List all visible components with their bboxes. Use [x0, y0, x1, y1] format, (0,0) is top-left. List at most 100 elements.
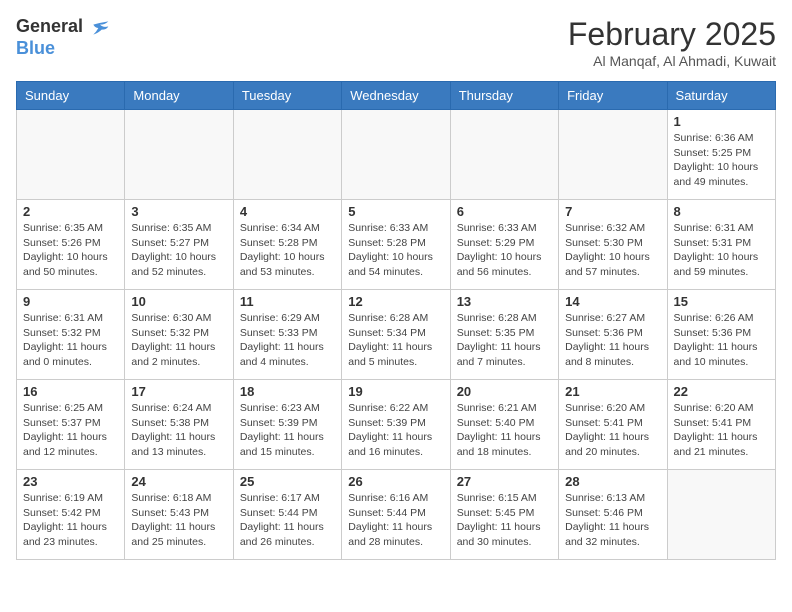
day-info: Sunrise: 6:35 AMSunset: 5:27 PMDaylight:…	[131, 221, 226, 280]
day-number: 22	[674, 384, 769, 399]
day-info: Sunrise: 6:24 AMSunset: 5:38 PMDaylight:…	[131, 401, 226, 460]
month-year-title: February 2025	[568, 16, 776, 53]
table-row: 3 Sunrise: 6:35 AMSunset: 5:27 PMDaylight…	[125, 200, 233, 290]
logo-bird-icon	[90, 18, 110, 38]
day-number: 24	[131, 474, 226, 489]
title-section: February 2025 Al Manqaf, Al Ahmadi, Kuwa…	[568, 16, 776, 69]
day-number: 26	[348, 474, 443, 489]
table-row: 4 Sunrise: 6:34 AMSunset: 5:28 PMDaylight…	[233, 200, 341, 290]
day-info: Sunrise: 6:15 AMSunset: 5:45 PMDaylight:…	[457, 491, 552, 550]
logo: General Blue	[16, 16, 110, 59]
table-row: 14 Sunrise: 6:27 AMSunset: 5:36 PMDayligh…	[559, 290, 667, 380]
day-info: Sunrise: 6:31 AMSunset: 5:32 PMDaylight:…	[23, 311, 118, 370]
day-number: 3	[131, 204, 226, 219]
day-number: 12	[348, 294, 443, 309]
table-row: 25 Sunrise: 6:17 AMSunset: 5:44 PMDayligh…	[233, 470, 341, 560]
day-number: 21	[565, 384, 660, 399]
day-number: 4	[240, 204, 335, 219]
table-row	[450, 110, 558, 200]
day-number: 5	[348, 204, 443, 219]
day-info: Sunrise: 6:33 AMSunset: 5:29 PMDaylight:…	[457, 221, 552, 280]
table-row: 11 Sunrise: 6:29 AMSunset: 5:33 PMDayligh…	[233, 290, 341, 380]
day-number: 15	[674, 294, 769, 309]
day-info: Sunrise: 6:34 AMSunset: 5:28 PMDaylight:…	[240, 221, 335, 280]
day-info: Sunrise: 6:36 AMSunset: 5:25 PMDaylight:…	[674, 131, 769, 190]
day-number: 20	[457, 384, 552, 399]
calendar-week-row: 23Sunrise: 6:19 AMSunset: 5:42 PMDayligh…	[17, 470, 776, 560]
day-info: Sunrise: 6:28 AMSunset: 5:34 PMDaylight:…	[348, 311, 443, 370]
col-monday: Monday	[125, 82, 233, 110]
table-row	[125, 110, 233, 200]
day-info: Sunrise: 6:16 AMSunset: 5:44 PMDaylight:…	[348, 491, 443, 550]
page-header: General Blue February 2025 Al Manqaf, Al…	[16, 16, 776, 69]
day-info: Sunrise: 6:35 AMSunset: 5:26 PMDaylight:…	[23, 221, 118, 280]
table-row: 1 Sunrise: 6:36 AMSunset: 5:25 PMDaylight…	[667, 110, 775, 200]
table-row: 9 Sunrise: 6:31 AMSunset: 5:32 PMDaylight…	[17, 290, 125, 380]
calendar-week-row: 1 Sunrise: 6:36 AMSunset: 5:25 PMDaylight…	[17, 110, 776, 200]
day-info: Sunrise: 6:27 AMSunset: 5:36 PMDaylight:…	[565, 311, 660, 370]
day-info: Sunrise: 6:23 AMSunset: 5:39 PMDaylight:…	[240, 401, 335, 460]
day-info: Sunrise: 6:20 AMSunset: 5:41 PMDaylight:…	[674, 401, 769, 460]
day-info: Sunrise: 6:19 AMSunset: 5:42 PMDaylight:…	[23, 491, 118, 550]
table-row	[17, 110, 125, 200]
day-number: 16	[23, 384, 118, 399]
calendar-header-row: Sunday Monday Tuesday Wednesday Thursday…	[17, 82, 776, 110]
day-number: 9	[23, 294, 118, 309]
table-row: 6 Sunrise: 6:33 AMSunset: 5:29 PMDaylight…	[450, 200, 558, 290]
table-row: 22 Sunrise: 6:20 AMSunset: 5:41 PMDayligh…	[667, 380, 775, 470]
table-row	[667, 470, 775, 560]
day-info: Sunrise: 6:22 AMSunset: 5:39 PMDaylight:…	[348, 401, 443, 460]
table-row: 16 Sunrise: 6:25 AMSunset: 5:37 PMDayligh…	[17, 380, 125, 470]
table-row: 2 Sunrise: 6:35 AMSunset: 5:26 PMDaylight…	[17, 200, 125, 290]
table-row: 13Sunrise: 6:28 AMSunset: 5:35 PMDayligh…	[450, 290, 558, 380]
day-info: Sunrise: 6:21 AMSunset: 5:40 PMDaylight:…	[457, 401, 552, 460]
logo-text: General Blue	[16, 16, 110, 59]
day-info: Sunrise: 6:33 AMSunset: 5:28 PMDaylight:…	[348, 221, 443, 280]
day-info: Sunrise: 6:25 AMSunset: 5:37 PMDaylight:…	[23, 401, 118, 460]
col-friday: Friday	[559, 82, 667, 110]
calendar-week-row: 9 Sunrise: 6:31 AMSunset: 5:32 PMDaylight…	[17, 290, 776, 380]
day-info: Sunrise: 6:17 AMSunset: 5:44 PMDaylight:…	[240, 491, 335, 550]
table-row	[233, 110, 341, 200]
day-number: 25	[240, 474, 335, 489]
day-number: 11	[240, 294, 335, 309]
day-number: 27	[457, 474, 552, 489]
day-info: Sunrise: 6:20 AMSunset: 5:41 PMDaylight:…	[565, 401, 660, 460]
col-tuesday: Tuesday	[233, 82, 341, 110]
day-info: Sunrise: 6:32 AMSunset: 5:30 PMDaylight:…	[565, 221, 660, 280]
day-number: 8	[674, 204, 769, 219]
col-sunday: Sunday	[17, 82, 125, 110]
location-subtitle: Al Manqaf, Al Ahmadi, Kuwait	[568, 53, 776, 69]
table-row: 28Sunrise: 6:13 AMSunset: 5:46 PMDayligh…	[559, 470, 667, 560]
day-number: 2	[23, 204, 118, 219]
table-row: 19Sunrise: 6:22 AMSunset: 5:39 PMDayligh…	[342, 380, 450, 470]
day-info: Sunrise: 6:26 AMSunset: 5:36 PMDaylight:…	[674, 311, 769, 370]
table-row	[559, 110, 667, 200]
col-thursday: Thursday	[450, 82, 558, 110]
day-info: Sunrise: 6:13 AMSunset: 5:46 PMDaylight:…	[565, 491, 660, 550]
day-number: 10	[131, 294, 226, 309]
table-row: 5 Sunrise: 6:33 AMSunset: 5:28 PMDaylight…	[342, 200, 450, 290]
table-row	[342, 110, 450, 200]
logo-blue: Blue	[16, 38, 55, 58]
day-number: 17	[131, 384, 226, 399]
day-number: 1	[674, 114, 769, 129]
table-row: 20 Sunrise: 6:21 AMSunset: 5:40 PMDayligh…	[450, 380, 558, 470]
table-row: 21 Sunrise: 6:20 AMSunset: 5:41 PMDayligh…	[559, 380, 667, 470]
day-info: Sunrise: 6:18 AMSunset: 5:43 PMDaylight:…	[131, 491, 226, 550]
table-row: 15 Sunrise: 6:26 AMSunset: 5:36 PMDayligh…	[667, 290, 775, 380]
day-info: Sunrise: 6:29 AMSunset: 5:33 PMDaylight:…	[240, 311, 335, 370]
calendar-table: Sunday Monday Tuesday Wednesday Thursday…	[16, 81, 776, 560]
day-number: 14	[565, 294, 660, 309]
calendar-week-row: 2 Sunrise: 6:35 AMSunset: 5:26 PMDaylight…	[17, 200, 776, 290]
table-row: 27 Sunrise: 6:15 AMSunset: 5:45 PMDayligh…	[450, 470, 558, 560]
day-info: Sunrise: 6:31 AMSunset: 5:31 PMDaylight:…	[674, 221, 769, 280]
table-row: 12 Sunrise: 6:28 AMSunset: 5:34 PMDayligh…	[342, 290, 450, 380]
table-row: 24 Sunrise: 6:18 AMSunset: 5:43 PMDayligh…	[125, 470, 233, 560]
day-number: 6	[457, 204, 552, 219]
day-number: 13	[457, 294, 552, 309]
col-wednesday: Wednesday	[342, 82, 450, 110]
day-number: 7	[565, 204, 660, 219]
table-row: 18Sunrise: 6:23 AMSunset: 5:39 PMDayligh…	[233, 380, 341, 470]
table-row: 7 Sunrise: 6:32 AMSunset: 5:30 PMDaylight…	[559, 200, 667, 290]
